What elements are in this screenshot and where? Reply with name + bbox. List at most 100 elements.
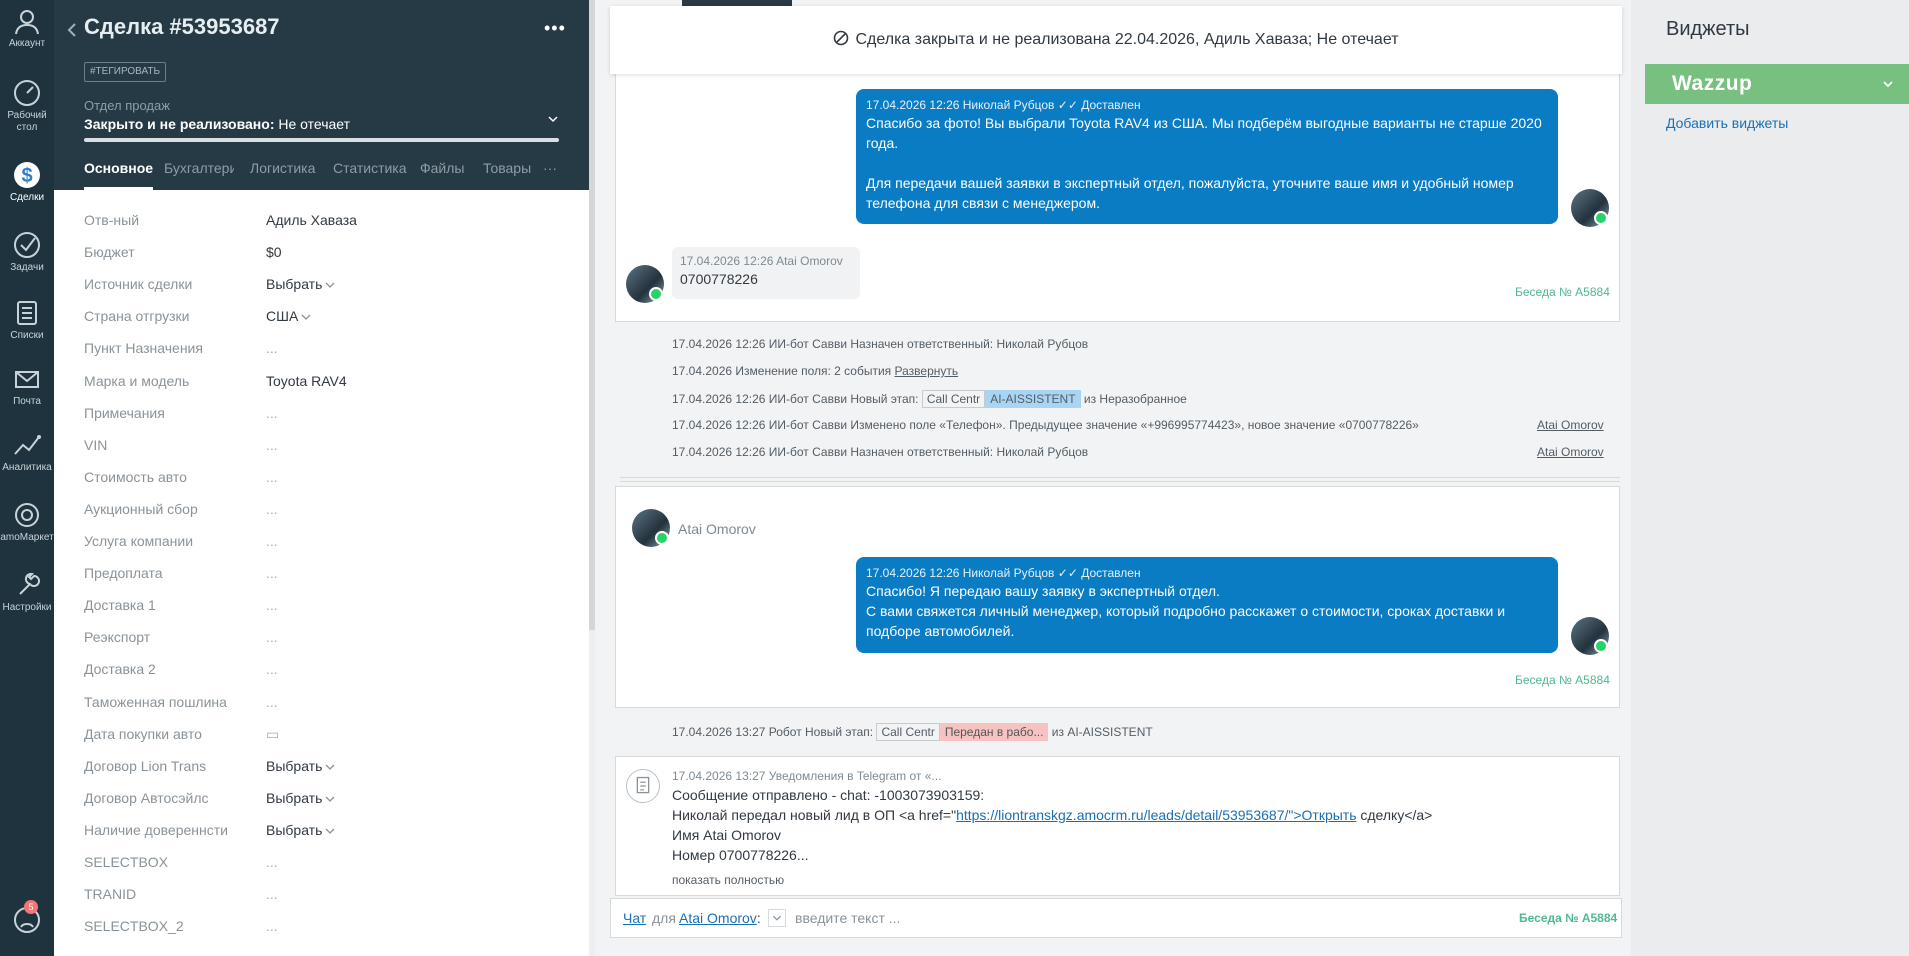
contact-name[interactable]: Atai Omorov (678, 521, 756, 537)
chat-type-link[interactable]: Чат (623, 910, 646, 926)
field-value[interactable]: ... (266, 533, 278, 549)
lists-icon (12, 298, 42, 328)
field-row: Дата покупки авто ▭ (84, 720, 564, 752)
field-value[interactable]: ... (266, 661, 278, 677)
nav-analytics[interactable]: Аналитика (0, 430, 54, 474)
field-value[interactable]: Выбрать (266, 822, 335, 838)
tab-main[interactable]: Основное (84, 160, 154, 190)
stack-divider (620, 477, 1620, 479)
nav-label: Рабочий стол (7, 110, 47, 133)
nav-label: Списки (10, 330, 44, 341)
field-value[interactable]: ... (266, 694, 278, 710)
tab-accounting[interactable]: Бухгалтерия (164, 160, 234, 190)
conversation-number[interactable]: Беседа № A5884 (1519, 911, 1617, 925)
field-value[interactable]: ... (266, 405, 278, 421)
conversation-block: 17.04.2026 12:26 Николай Рубцов ✓✓ Доста… (615, 68, 1620, 322)
nav-account[interactable]: Аккаунт (0, 6, 54, 50)
field-row: Наличие довереннсти Выбрать (84, 816, 564, 848)
field-value[interactable]: ... (266, 565, 278, 581)
nav-dashboard[interactable]: Рабочий стол (0, 78, 54, 134)
field-value[interactable]: ... (266, 854, 278, 870)
event-item: 17.04.2026 12:26 ИИ-бот Савви Назначен о… (672, 337, 1089, 351)
event-text: из Неразобранное (1083, 392, 1187, 406)
message-input[interactable]: введите текст ... (795, 910, 900, 926)
nav-label: Сделки (9, 192, 45, 203)
field-value-text: ... (266, 436, 278, 453)
tag-button[interactable]: #ТЕГИРОВАТЬ (84, 62, 167, 82)
note-line: Имя Atai Omorov (672, 827, 781, 843)
field-value[interactable]: $0 (266, 244, 282, 260)
note-line: Сообщение отправлено - chat: -1003073903… (672, 787, 985, 803)
lead-title[interactable]: Сделка #53953687 (84, 14, 280, 40)
nav-deals[interactable]: $ Сделки (0, 160, 54, 204)
field-value[interactable]: Выбрать (266, 276, 335, 292)
recipient-dropdown[interactable] (768, 909, 786, 927)
nav-settings[interactable]: Настройки (0, 570, 54, 614)
back-icon[interactable] (64, 20, 80, 40)
field-value[interactable]: ... (266, 886, 278, 902)
event-item: 17.04.2026 12:26 ИИ-бот Савви Изменено п… (672, 418, 1419, 432)
field-row: Стоимость авто... (84, 463, 564, 495)
field-value[interactable]: ... (266, 340, 278, 356)
more-button[interactable]: ••• (544, 18, 566, 39)
tab-products[interactable]: Товары (483, 160, 531, 190)
message-text: Спасибо за фото! Вы выбрали Toyota RAV4 … (866, 115, 1542, 151)
field-value[interactable]: ... (266, 629, 278, 645)
field-value[interactable]: ... (266, 501, 278, 517)
chevron-down-icon[interactable] (546, 112, 560, 126)
tab-statistics[interactable]: Статистика (333, 160, 407, 190)
lead-card: Сделка #53953687 ••• #ТЕГИРОВАТЬ Отдел п… (54, 0, 589, 956)
expand-link[interactable]: Развернуть (895, 364, 959, 378)
field-value-text: ... (266, 340, 278, 357)
field-value-text: ... (266, 661, 278, 678)
add-widgets-link[interactable]: Добавить виджеты (1666, 115, 1788, 131)
field-value[interactable]: Выбрать (266, 790, 335, 806)
field-value[interactable]: США (266, 308, 311, 324)
recipient-link[interactable]: Atai Omorov: (679, 910, 761, 926)
field-value-text: ... (266, 693, 278, 710)
chevron-down-icon[interactable] (1881, 77, 1895, 91)
card-scrollbar[interactable] (589, 0, 595, 956)
event-text: из AI-AISSISTENT (1051, 725, 1153, 739)
nav-mail[interactable]: Почта (0, 364, 54, 408)
event-text: 17.04.2026 Изменение поля: 2 события (672, 364, 892, 378)
tabs-more-button[interactable]: ··· (543, 160, 557, 176)
field-value[interactable]: ... (266, 437, 278, 453)
field-value[interactable]: Выбрать (266, 758, 335, 774)
chevron-down-icon (325, 822, 335, 834)
field-value[interactable]: ... (266, 597, 278, 613)
chevron-down-icon (325, 758, 335, 770)
wazzup-widget[interactable]: Wazzup (1645, 64, 1909, 104)
field-value[interactable]: Адиль Хаваза (266, 212, 357, 228)
outgoing-message: 17.04.2026 12:26 Николай Рубцов ✓✓ Доста… (856, 89, 1558, 224)
contact-link[interactable]: Atai Omorov (1537, 445, 1604, 459)
lead-url-link[interactable]: https://liontranskgz.amocrm.ru/leads/det… (956, 807, 1356, 823)
field-value[interactable]: ▭ (266, 726, 279, 743)
note-text: сделку</a> (1356, 807, 1433, 823)
field-value-text: ... (266, 533, 278, 549)
whatsapp-icon (649, 287, 663, 301)
nav-tasks[interactable]: Задачи (0, 230, 54, 274)
conversation-number[interactable]: Беседа № A5884 (1515, 673, 1610, 687)
message-meta: 17.04.2026 12:26 Atai Omorov (680, 254, 843, 268)
scrollbar-thumb[interactable] (589, 0, 595, 630)
field-value[interactable]: Toyota RAV4 (266, 373, 347, 389)
field-value[interactable]: ... (266, 918, 278, 934)
field-value[interactable]: ... (266, 469, 278, 485)
field-label: Дата покупки авто (84, 725, 202, 742)
status-select[interactable]: Закрыто и не реализовано: Не отечает (84, 116, 350, 132)
field-label: Доставка 1 (84, 597, 156, 614)
field-label: Отв-ный (84, 212, 140, 228)
nav-market[interactable]: amoМаркет (0, 500, 54, 544)
contact-link[interactable]: Atai Omorov (1537, 418, 1604, 432)
show-all-link[interactable]: показать полностью (672, 873, 784, 887)
field-row: Страна отгрузки США (84, 302, 564, 334)
nav-label: Аккаунт (8, 38, 46, 49)
nav-lists[interactable]: Списки (0, 298, 54, 342)
tab-files[interactable]: Файлы (420, 160, 464, 190)
chat-composer[interactable]: Чат для Atai Omorov: введите текст ... Б… (610, 898, 1622, 938)
chevron-down-icon (325, 276, 335, 289)
tab-logistics[interactable]: Логистика (250, 160, 315, 190)
conversation-number[interactable]: Беседа № A5884 (1515, 285, 1610, 299)
field-label: Договор Автосэйлс (84, 789, 209, 806)
